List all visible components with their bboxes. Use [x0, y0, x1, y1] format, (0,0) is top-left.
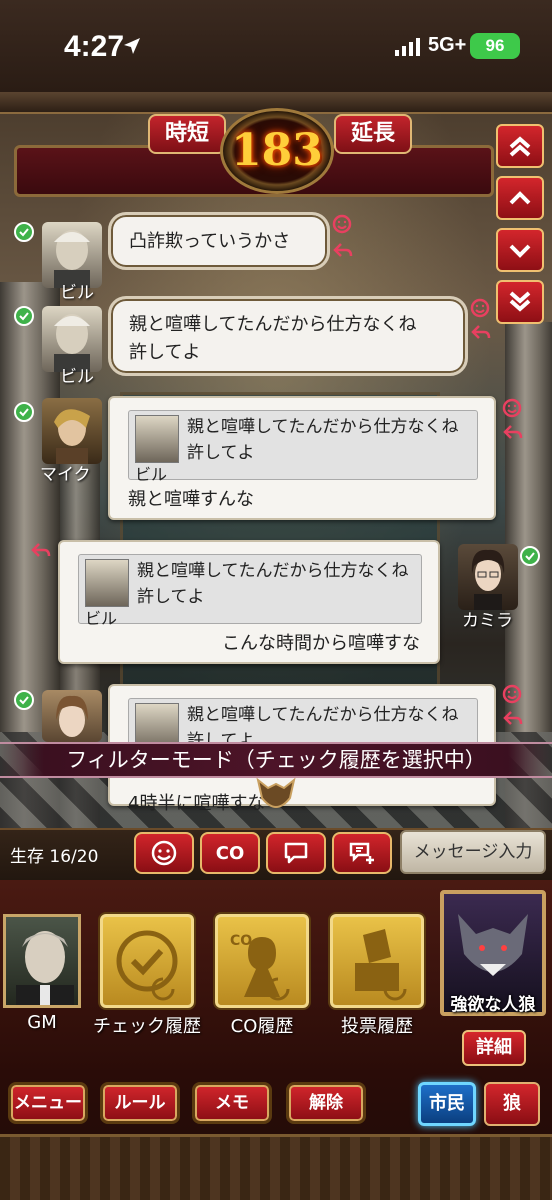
co-history-label: CO履歴 [230, 1016, 294, 1037]
message-text: 親と喧嘩すんな [128, 489, 254, 510]
read-check-icon [14, 306, 34, 326]
read-check-icon [520, 546, 540, 566]
location-arrow-icon [124, 38, 140, 54]
quoted-text-line: 親と喧嘩してたんだから仕方なくね [187, 417, 459, 437]
scroll-to-top-button[interactable] [496, 124, 544, 168]
message-plus-icon [349, 842, 374, 864]
co-button[interactable]: CO [200, 832, 260, 874]
message-bubble[interactable]: 凸詐欺っていうかさ [108, 212, 330, 270]
reply-icon[interactable] [470, 322, 492, 344]
reply-icon[interactable] [332, 240, 354, 262]
role-name: 強欲な人狼 [450, 995, 536, 1015]
speaker-name: マイク [40, 465, 91, 485]
filter-mode-banner: フィルターモード（チェック履歴を選択中） [0, 742, 552, 778]
quoted-text-line: 親と喧嘩してたんだから仕方なくね [187, 705, 459, 725]
quoted-avatar [135, 415, 179, 463]
memo-button[interactable]: メモ [192, 1082, 272, 1124]
message-text: こんな時間から喧嘩すな [222, 633, 420, 654]
quoted-message[interactable]: 親と喧嘩してたんだから仕方なくね 許してよ ビル [128, 410, 478, 484]
read-check-icon [14, 690, 34, 710]
reply-icon[interactable] [502, 422, 524, 444]
quoted-text-line: 親と喧嘩してたんだから仕方なくね [137, 561, 409, 581]
read-check-icon [14, 222, 34, 242]
message-bubble[interactable]: 親と喧嘩してたんだから仕方なくね 許してよ ビル こんな時間から喧嘩すな [58, 540, 440, 664]
read-check-icon [14, 402, 34, 422]
reply-icon[interactable] [502, 708, 524, 730]
message-text-line: 許してよ [129, 342, 201, 363]
status-time: 4:27 [64, 30, 125, 63]
scroll-down-button[interactable] [496, 228, 544, 272]
chat-button[interactable] [266, 832, 326, 874]
vote-history-tile[interactable] [330, 914, 424, 1008]
speech-bubble-icon [284, 842, 308, 864]
check-history-tile[interactable] [100, 914, 194, 1008]
quoted-text-line: 許してよ [137, 587, 205, 607]
speaker-name: ビル [60, 367, 94, 387]
speaker-name: ビル [60, 283, 94, 303]
quoted-speaker: ビル [135, 465, 168, 484]
battery-indicator: 96 [470, 33, 520, 59]
quoted-text-line: 許してよ [187, 443, 255, 463]
timer-countdown: 183 [231, 125, 323, 176]
scroll-to-bottom-button[interactable] [496, 280, 544, 324]
avatar-camilla[interactable] [458, 544, 518, 610]
message-input-button[interactable]: メッセージ入力 [400, 830, 546, 874]
avatar-player[interactable] [42, 690, 102, 742]
vote-history-icon [355, 929, 407, 1001]
quoted-speaker: ビル [85, 609, 118, 628]
stamp-button[interactable] [134, 832, 194, 874]
avatar-mike[interactable] [42, 398, 102, 464]
reaction-add-icon[interactable] [470, 296, 492, 318]
double-chevron-down-icon [509, 291, 531, 312]
release-button[interactable]: 解除 [286, 1082, 366, 1124]
rules-button[interactable]: ルール [100, 1082, 180, 1124]
message-text-line: 親と喧嘩してたんだから仕方なくね [129, 314, 417, 335]
smiley-icon [151, 840, 177, 866]
reaction-add-icon[interactable] [502, 396, 524, 418]
wolf-chat-toggle[interactable]: 狼 [484, 1082, 540, 1126]
check-history-label: チェック履歴 [93, 1016, 201, 1037]
citizen-chat-toggle[interactable]: 市民 [418, 1082, 476, 1126]
quoted-message[interactable]: 親と喧嘩してたんだから仕方なくね 許してよ ビル [78, 554, 422, 628]
network-label: 5G+ [428, 34, 467, 56]
signal-icon [395, 38, 420, 56]
message-bubble[interactable]: 親と喧嘩してたんだから仕方なくね 許してよ [108, 296, 468, 376]
message-text: 4時半に喧嘩すな [128, 793, 266, 814]
bottom-ornament-frame [0, 1134, 552, 1200]
chevron-up-icon [509, 191, 531, 205]
check-history-icon [116, 930, 178, 1001]
menu-button[interactable]: メニュー [8, 1082, 88, 1124]
vote-history-label: 投票履歴 [341, 1016, 413, 1037]
co-history-tile[interactable]: CO [215, 914, 309, 1008]
double-chevron-up-icon [509, 136, 531, 157]
scroll-up-button[interactable] [496, 176, 544, 220]
message-bubble[interactable]: 親と喧嘩してたんだから仕方なくね 許してよ ビル 親と喧嘩すんな [108, 396, 496, 520]
role-detail-button[interactable]: 詳細 [462, 1030, 526, 1066]
extend-time-button[interactable]: 延長 [334, 114, 412, 154]
quoted-avatar [85, 559, 129, 607]
reply-icon[interactable] [30, 540, 52, 562]
wolf-emblem-icon [256, 777, 296, 808]
reaction-add-icon[interactable] [502, 682, 524, 704]
chevron-down-icon [509, 244, 531, 258]
new-message-button[interactable] [332, 832, 392, 874]
co-history-icon [244, 937, 290, 1001]
message-text: 凸詐欺っていうかさ [129, 231, 291, 252]
speaker-name: カミラ [462, 611, 513, 631]
reaction-add-icon[interactable] [332, 212, 354, 234]
gm-portrait[interactable] [3, 914, 81, 1008]
shorten-time-button[interactable]: 時短 [148, 114, 226, 154]
alive-count: 生存 16/20 [10, 847, 99, 867]
co-tile-mark: CO [230, 933, 253, 949]
